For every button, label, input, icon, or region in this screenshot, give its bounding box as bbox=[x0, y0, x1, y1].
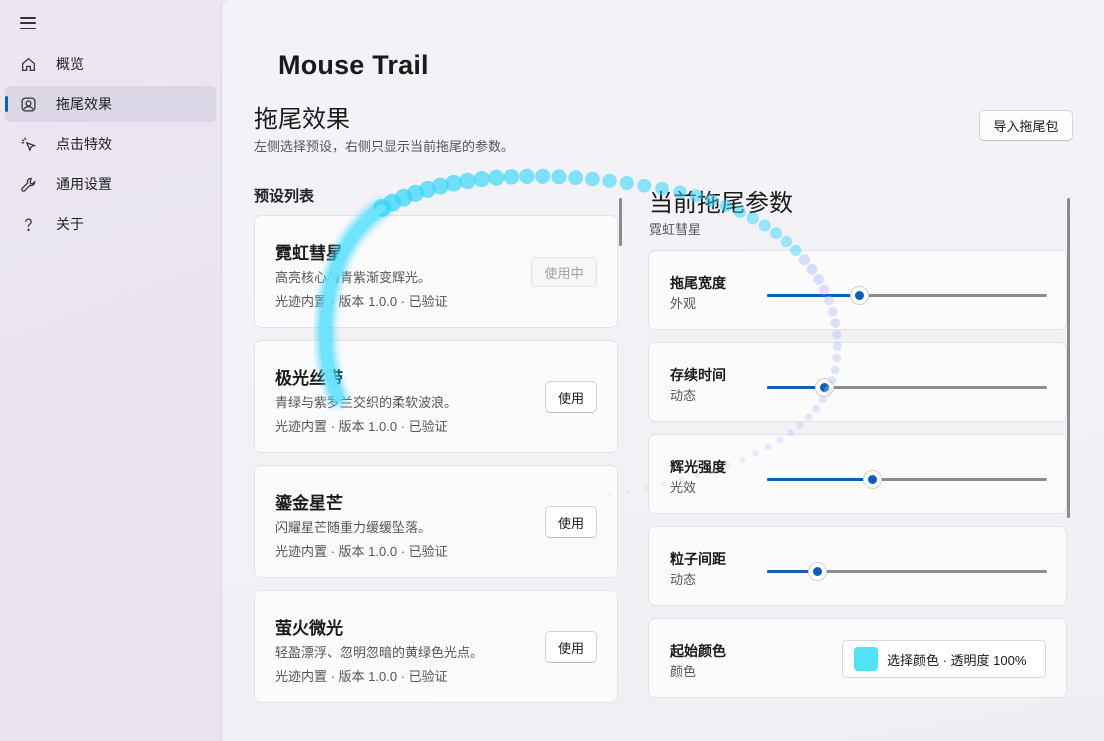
slider-thumb[interactable] bbox=[807, 562, 827, 581]
app-title: Mouse Trail bbox=[278, 50, 429, 80]
nav-item-about[interactable]: 关于 bbox=[5, 206, 216, 242]
param-card-particle-spacing: 粒子间距 动态 bbox=[648, 526, 1067, 606]
current-preset-name: 霓虹彗星 bbox=[649, 222, 702, 237]
param-name: 粒子间距 bbox=[670, 551, 726, 567]
preset-name: 霓虹彗星 bbox=[275, 244, 343, 263]
preset-card-firefly-glow[interactable]: 萤火微光 轻盈漂浮、忽明忽暗的黄绿色光点。 光迹内置 · 版本 1.0.0 · … bbox=[254, 590, 618, 703]
nav-item-general-settings[interactable]: 通用设置 bbox=[5, 166, 216, 202]
param-card-trail-width: 拖尾宽度 外观 bbox=[648, 250, 1067, 330]
wrench-icon bbox=[19, 175, 37, 193]
slider-thumb[interactable] bbox=[862, 470, 882, 489]
param-card-start-color: 起始颜色 颜色 选择颜色 · 透明度 100% bbox=[648, 618, 1067, 698]
preset-card-neon-comet[interactable]: 霓虹彗星 高亮核心与青紫渐变辉光。 光迹内置 · 版本 1.0.0 · 已验证 … bbox=[254, 215, 618, 328]
nav-list: 概览 拖尾效果 点击特效 通用设置 关于 bbox=[5, 46, 216, 246]
param-category: 光效 bbox=[670, 480, 697, 495]
hamburger-icon[interactable] bbox=[18, 14, 38, 32]
preset-meta: 光迹内置 · 版本 1.0.0 · 已验证 bbox=[275, 544, 448, 559]
trail-width-slider[interactable] bbox=[767, 286, 1047, 306]
preset-description: 轻盈漂浮、忽明忽暗的黄绿色光点。 bbox=[275, 645, 484, 660]
page-title: 拖尾效果 bbox=[254, 106, 350, 133]
params-title: 当前拖尾参数 bbox=[649, 190, 793, 217]
color-picker-label: 选择颜色 · 透明度 100% bbox=[887, 652, 1027, 668]
duration-slider[interactable] bbox=[767, 378, 1047, 398]
preset-description: 高亮核心与青紫渐变辉光。 bbox=[275, 270, 432, 285]
param-category: 外观 bbox=[670, 296, 697, 311]
param-card-duration: 存续时间 动态 bbox=[648, 342, 1067, 422]
preset-description: 青绿与紫罗兰交织的柔软波浪。 bbox=[275, 395, 458, 410]
use-button[interactable]: 使用 bbox=[545, 381, 597, 413]
nav-item-label: 概览 bbox=[56, 56, 84, 72]
param-category: 动态 bbox=[670, 572, 697, 587]
use-button[interactable]: 使用 bbox=[545, 631, 597, 663]
main-content: Mouse Trail 拖尾效果 左侧选择预设，右侧只显示当前拖尾的参数。 导入… bbox=[221, 0, 1104, 741]
preset-meta: 光迹内置 · 版本 1.0.0 · 已验证 bbox=[275, 419, 448, 434]
param-category: 颜色 bbox=[670, 664, 697, 679]
question-icon bbox=[19, 215, 37, 233]
preset-name: 鎏金星芒 bbox=[275, 494, 343, 513]
use-button[interactable]: 使用 bbox=[545, 506, 597, 538]
nav-item-overview[interactable]: 概览 bbox=[5, 46, 216, 82]
nav-item-label: 关于 bbox=[56, 216, 84, 232]
preset-description: 闪耀星芒随重力缓缓坠落。 bbox=[275, 520, 432, 535]
param-card-glow-intensity: 辉光强度 光效 bbox=[648, 434, 1067, 514]
preset-meta: 光迹内置 · 版本 1.0.0 · 已验证 bbox=[275, 669, 448, 684]
preset-list-label: 预设列表 bbox=[254, 188, 315, 205]
param-name: 辉光强度 bbox=[670, 459, 726, 475]
param-name: 拖尾宽度 bbox=[670, 275, 726, 291]
trail-image-icon bbox=[19, 95, 37, 113]
nav-item-label: 拖尾效果 bbox=[56, 96, 112, 112]
nav-item-click-effects[interactable]: 点击特效 bbox=[5, 126, 216, 162]
particle-spacing-slider[interactable] bbox=[767, 562, 1047, 582]
param-name: 存续时间 bbox=[670, 367, 726, 383]
glow-intensity-slider[interactable] bbox=[767, 470, 1047, 490]
in-use-button: 使用中 bbox=[531, 257, 597, 287]
preset-list-scrollbar[interactable] bbox=[619, 198, 622, 246]
sidebar: 概览 拖尾效果 点击特效 通用设置 关于 bbox=[0, 0, 221, 741]
page-description: 左侧选择预设，右侧只显示当前拖尾的参数。 bbox=[254, 139, 515, 154]
home-icon bbox=[19, 55, 37, 73]
params-scrollbar[interactable] bbox=[1067, 198, 1070, 518]
slider-fill bbox=[767, 478, 872, 481]
nav-item-trail-effects[interactable]: 拖尾效果 bbox=[5, 86, 216, 122]
param-name: 起始颜色 bbox=[670, 643, 726, 659]
nav-item-label: 通用设置 bbox=[56, 176, 112, 192]
preset-meta: 光迹内置 · 版本 1.0.0 · 已验证 bbox=[275, 294, 448, 309]
slider-thumb[interactable] bbox=[814, 378, 834, 397]
preset-card-aurora-ribbon[interactable]: 极光丝带 青绿与紫罗兰交织的柔软波浪。 光迹内置 · 版本 1.0.0 · 已验… bbox=[254, 340, 618, 453]
import-trail-pack-button[interactable]: 导入拖尾包 bbox=[979, 110, 1073, 141]
slider-thumb[interactable] bbox=[849, 286, 869, 305]
nav-item-label: 点击特效 bbox=[56, 136, 112, 152]
color-picker-button[interactable]: 选择颜色 · 透明度 100% bbox=[842, 640, 1046, 678]
preset-card-gilded-stars[interactable]: 鎏金星芒 闪耀星芒随重力缓缓坠落。 光迹内置 · 版本 1.0.0 · 已验证 … bbox=[254, 465, 618, 578]
preset-name: 极光丝带 bbox=[275, 369, 343, 388]
click-icon bbox=[19, 135, 37, 153]
color-swatch bbox=[854, 647, 878, 671]
param-category: 动态 bbox=[670, 388, 697, 403]
slider-fill bbox=[767, 294, 860, 297]
preset-name: 萤火微光 bbox=[275, 619, 343, 638]
